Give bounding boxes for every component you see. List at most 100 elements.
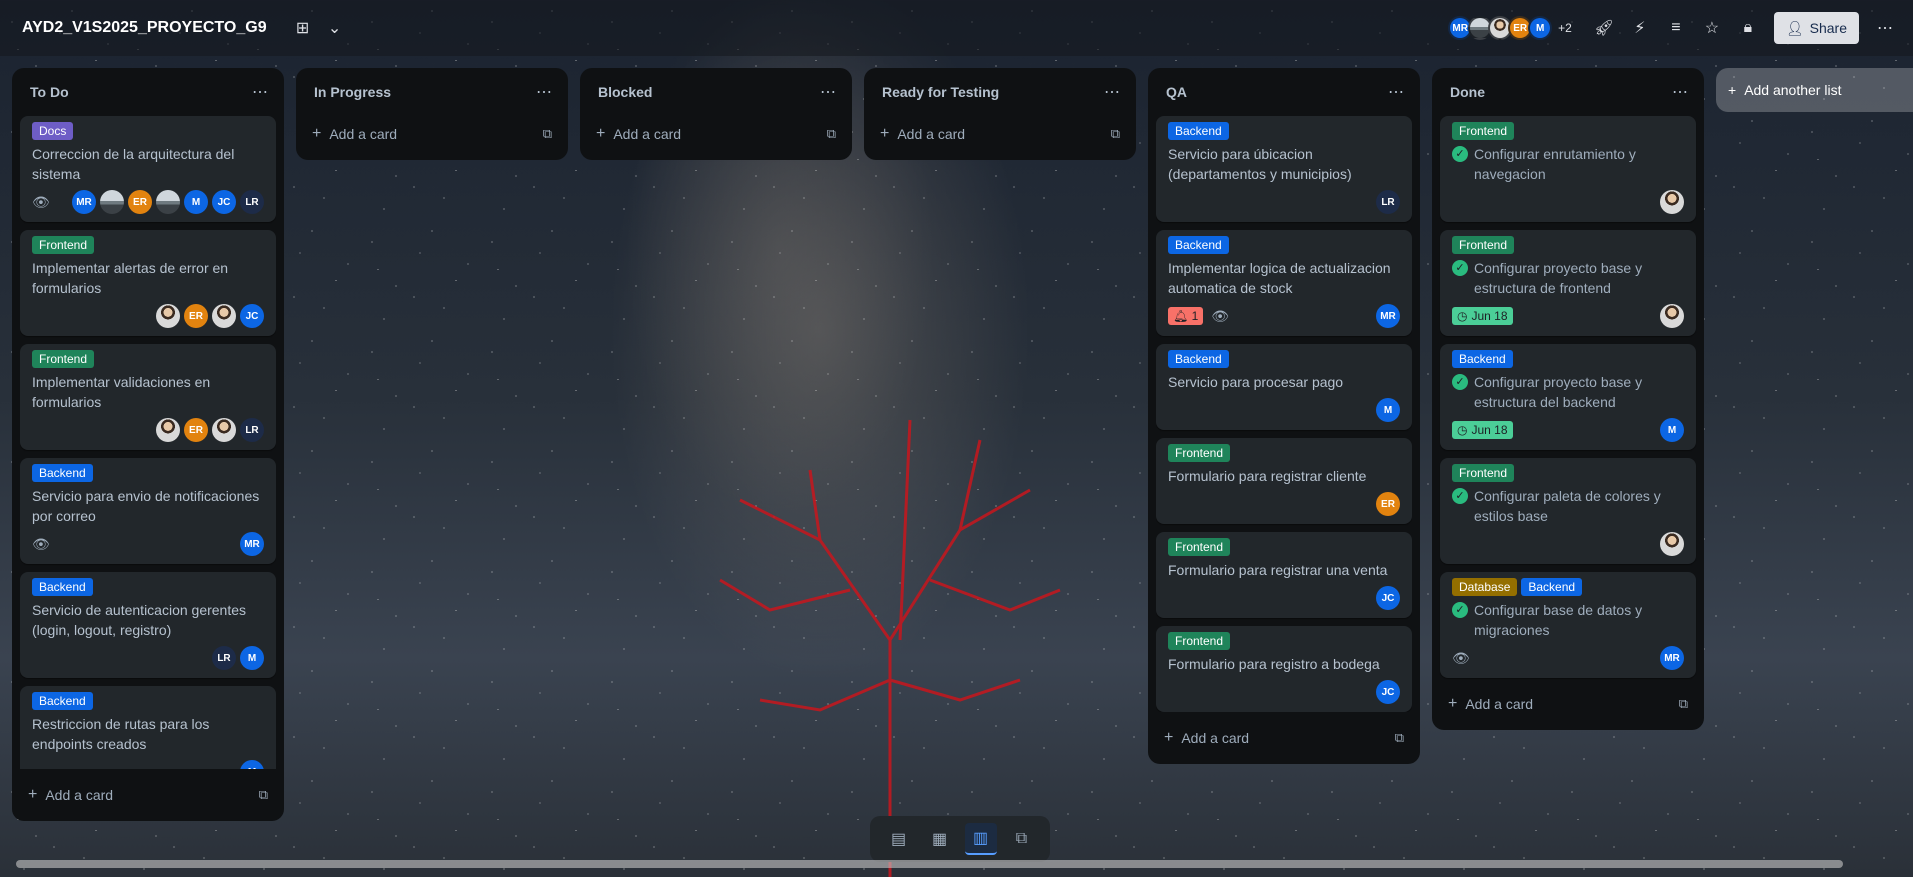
board-members[interactable]: MR ER M +2 [1448,16,1572,40]
card[interactable]: Backend Servicio para úbicacion (departam… [1156,116,1412,222]
member-avatar[interactable]: ER [184,304,208,328]
card-label[interactable]: Backend [32,692,93,710]
card-label[interactable]: Frontend [1168,632,1231,650]
switch-boards-icon[interactable]: ⧉ [1006,823,1038,855]
member-avatar[interactable]: M [184,190,208,214]
automation-icon[interactable]: ⚡︎ [1624,12,1656,44]
card-label[interactable]: Database [1452,578,1518,596]
member-avatar[interactable]: MR [72,190,96,214]
member-avatar[interactable] [1660,190,1684,214]
card-label[interactable]: Frontend [1452,122,1515,140]
member-avatar[interactable] [1660,304,1684,328]
card-template-icon[interactable]: ⧉ [827,126,836,142]
member-avatar[interactable]: LR [212,646,236,670]
card-label[interactable]: Backend [32,578,93,596]
share-button[interactable]: 👤︎ Share [1773,12,1859,44]
member-avatar[interactable] [156,418,180,442]
member-avatar[interactable]: MR [1660,646,1684,670]
card[interactable]: Backend ✓ Configurar proyecto base y estru… [1440,344,1696,450]
card-label[interactable]: Frontend [1452,464,1515,482]
due-date-badge[interactable]: ◷ Jun 18 [1452,421,1513,439]
member-avatar[interactable]: LR [240,418,264,442]
card-template-icon[interactable]: ⧉ [259,787,268,803]
card[interactable]: Backend Servicio para envio de notificaci… [20,458,276,564]
list-menu-icon[interactable]: ⋯ [1388,82,1404,102]
card-label[interactable]: Backend [1168,236,1229,254]
member-avatar[interactable] [212,304,236,328]
due-date-badge[interactable]: ◷ Jun 18 [1452,307,1513,325]
list-title[interactable]: To Do [30,84,69,100]
card-label[interactable]: Backend [1452,350,1513,368]
member-avatar[interactable]: LR [240,190,264,214]
member-avatar[interactable] [212,418,236,442]
card-template-icon[interactable]: ⧉ [1111,126,1120,142]
add-card-button[interactable]: + Add a card ⧉ [588,116,844,152]
member-avatar[interactable] [100,190,124,214]
card-label[interactable]: Frontend [1452,236,1515,254]
member-avatar[interactable]: ER [1376,492,1400,516]
member-avatar[interactable]: M [1528,16,1553,40]
board-title[interactable]: AYD2_V1S2025_PROYECTO_G9 [22,19,267,37]
member-avatar[interactable] [1660,532,1684,556]
member-avatar[interactable]: LR [1376,190,1400,214]
card[interactable]: Frontend ✓ Configurar paleta de colores y … [1440,458,1696,564]
horizontal-scrollbar[interactable] [16,860,1843,868]
member-avatar[interactable]: MR [240,532,264,556]
card-label[interactable]: Backend [1168,122,1229,140]
card[interactable]: Frontend ✓ Configurar enrutamiento y naveg… [1440,116,1696,222]
list-title[interactable]: Done [1450,84,1485,100]
list-title[interactable]: Ready for Testing [882,84,999,100]
card[interactable]: Frontend Implementar alertas de error en … [20,230,276,336]
list-menu-icon[interactable]: ⋯ [1104,82,1120,102]
add-card-button[interactable]: + Add a card ⧉ [20,777,276,813]
member-avatar[interactable] [156,304,180,328]
member-avatar[interactable]: M [240,760,264,769]
card[interactable]: Frontend Formulario para registrar una ve… [1156,532,1412,618]
card[interactable]: Backend Servicio para procesar pago M [1156,344,1412,430]
lock-icon[interactable]: 🔒︎ [1732,12,1764,44]
list-menu-icon[interactable]: ⋯ [252,82,268,102]
card[interactable]: Backend Implementar logica de actualizaci… [1156,230,1412,336]
list-title[interactable]: Blocked [598,84,652,100]
card-template-icon[interactable]: ⧉ [543,126,552,142]
card[interactable]: Frontend Implementar validaciones en form… [20,344,276,450]
list-menu-icon[interactable]: ⋯ [536,82,552,102]
card-template-icon[interactable]: ⧉ [1395,730,1404,746]
list-menu-icon[interactable]: ⋯ [1672,82,1688,102]
list-title[interactable]: In Progress [314,84,391,100]
more-icon[interactable]: ⋯ [1869,12,1901,44]
card-label[interactable]: Backend [32,464,93,482]
add-list-button[interactable]: + Add another list [1716,68,1913,112]
member-avatar[interactable]: M [1376,398,1400,422]
members-more-count[interactable]: +2 [1558,21,1572,35]
member-avatar[interactable]: MR [1376,304,1400,328]
card-label[interactable]: Docs [32,122,74,140]
card[interactable]: Backend Restriccion de rutas para los end… [20,686,276,769]
card-label[interactable]: Backend [1521,578,1583,596]
check-icon[interactable]: ✓ [1452,488,1468,504]
card-label[interactable]: Frontend [32,350,95,368]
add-card-button[interactable]: + Add a card ⧉ [1156,720,1412,756]
rocket-icon[interactable]: 🚀︎ [1588,12,1620,44]
board-view-icon[interactable]: ▥ [964,823,997,855]
list-title[interactable]: QA [1166,84,1187,100]
card-label[interactable]: Frontend [32,236,95,254]
chevron-down-icon[interactable]: ⌄ [319,12,351,44]
inbox-icon[interactable]: ▤ [883,823,915,855]
member-avatar[interactable]: JC [212,190,236,214]
calendar-icon[interactable]: ▦ [924,823,956,855]
member-avatar[interactable]: JC [240,304,264,328]
add-card-button[interactable]: + Add a card ⧉ [872,116,1128,152]
card[interactable]: Docs Correccion de la arquitectura del si… [20,116,276,222]
member-avatar[interactable]: ER [184,418,208,442]
star-icon[interactable]: ☆ [1696,12,1728,44]
check-icon[interactable]: ✓ [1452,602,1468,618]
check-icon[interactable]: ✓ [1452,260,1468,276]
member-avatar[interactable]: JC [1376,680,1400,704]
card-label[interactable]: Frontend [1168,444,1231,462]
check-icon[interactable]: ✓ [1452,374,1468,390]
member-avatar[interactable] [156,190,180,214]
card[interactable]: Frontend Formulario para registro a bodeg… [1156,626,1412,712]
member-avatar[interactable]: M [240,646,264,670]
card[interactable]: Frontend Formulario para registrar client… [1156,438,1412,524]
